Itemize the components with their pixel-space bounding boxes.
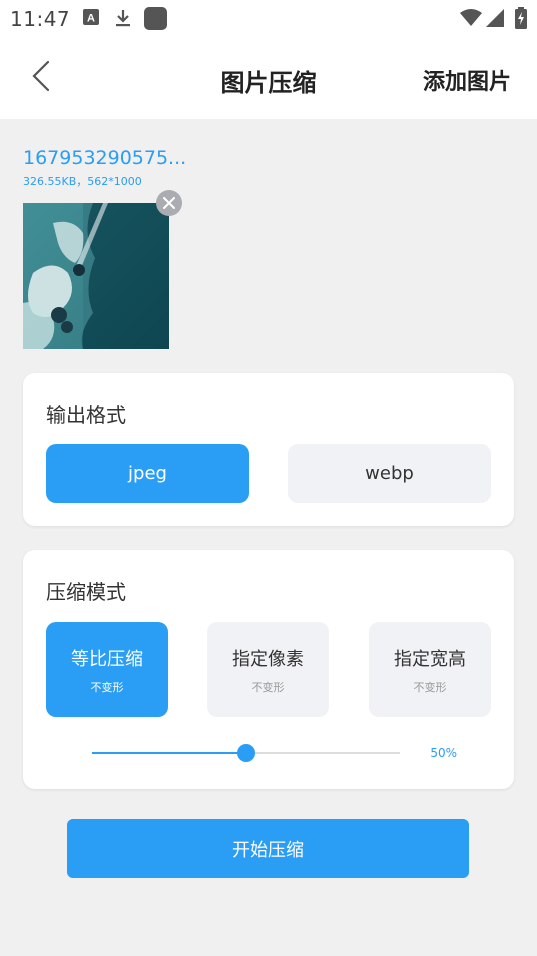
mode-option-label: 指定宽高: [394, 648, 466, 670]
status-bar: 11:47 A: [0, 0, 537, 36]
quality-slider[interactable]: [92, 744, 400, 762]
download-icon: [115, 9, 131, 31]
mode-option-sub: 不变形: [90, 680, 124, 694]
slider-fill: [92, 752, 246, 754]
output-format-card: 输出格式 jpeg webp: [23, 373, 514, 526]
status-time: 11:47: [10, 7, 71, 31]
mode-option-label: 等比压缩: [71, 648, 143, 670]
app-a-icon: A: [83, 9, 99, 29]
signal-icon: [486, 9, 504, 31]
add-image-button[interactable]: 添加图片: [423, 64, 511, 96]
mode-option-label: 指定像素: [232, 648, 304, 670]
mode-option-dimensions[interactable]: 指定宽高 不变形: [369, 622, 491, 717]
format-option-webp[interactable]: webp: [288, 444, 491, 503]
start-compress-button[interactable]: 开始压缩: [67, 819, 469, 878]
compress-mode-title: 压缩模式: [46, 580, 126, 604]
battery-charging-icon: [515, 7, 527, 33]
output-format-title: 输出格式: [46, 403, 126, 427]
remove-image-button[interactable]: [156, 190, 182, 216]
app-square-icon: [144, 7, 167, 34]
format-option-jpeg[interactable]: jpeg: [46, 444, 249, 503]
wifi-icon: [460, 9, 482, 31]
file-meta: 326.55KB，562*1000: [23, 175, 142, 188]
mode-option-sub: 不变形: [251, 680, 285, 694]
app-bar: 图片压缩 添加图片: [0, 36, 537, 119]
close-icon: [163, 197, 175, 209]
image-thumbnail[interactable]: [23, 203, 169, 349]
compress-mode-card: 压缩模式 等比压缩 不变形 指定像素 不变形 指定宽高 不变形 50%: [23, 550, 514, 789]
mode-option-proportional[interactable]: 等比压缩 不变形: [46, 622, 168, 717]
svg-text:A: A: [87, 13, 95, 25]
file-name: 167953290575...: [23, 147, 187, 169]
slider-value-label: 50%: [430, 746, 457, 760]
mode-option-pixels[interactable]: 指定像素 不变形: [207, 622, 329, 717]
mode-option-sub: 不变形: [413, 680, 447, 694]
slider-thumb[interactable]: [237, 744, 255, 762]
